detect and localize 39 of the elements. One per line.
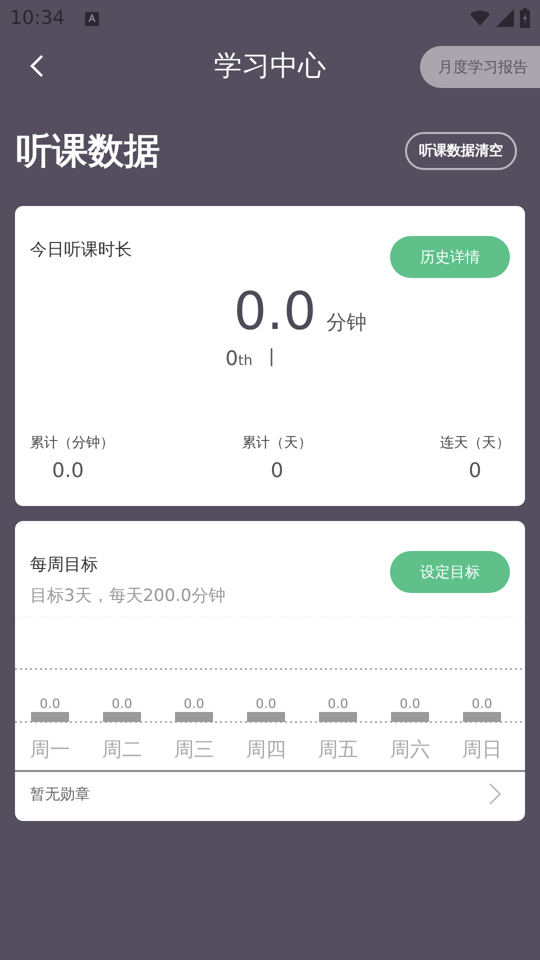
day-value: 0.0 bbox=[328, 697, 348, 712]
duration-unit: 分钟 bbox=[326, 309, 366, 336]
history-button[interactable]: 历史详情 bbox=[390, 236, 510, 278]
weekday-label: 周五 bbox=[318, 737, 358, 761]
weekday-label: 周四 bbox=[246, 737, 286, 761]
weekday-label: 周日 bbox=[462, 737, 502, 761]
page-title: 学习中心 bbox=[214, 48, 326, 84]
section-title: 听课数据 bbox=[16, 130, 160, 174]
card-title: 今日听课时长 bbox=[30, 239, 132, 261]
back-icon[interactable] bbox=[30, 54, 44, 78]
signal-icon bbox=[496, 9, 514, 27]
stat-label: 连天（天） bbox=[440, 434, 510, 452]
rank-divider: | bbox=[268, 346, 275, 369]
weekday-label: 周二 bbox=[102, 737, 142, 761]
rank-value: 0th bbox=[225, 346, 253, 370]
stat-label: 累计（分钟） bbox=[30, 434, 114, 452]
badges-text: 暂无勋章 bbox=[30, 784, 90, 804]
weekday-label: 周一 bbox=[30, 737, 70, 761]
wifi-icon bbox=[470, 10, 490, 26]
stat-label: 累计（天） bbox=[242, 434, 312, 452]
keyboard-icon bbox=[84, 12, 99, 26]
day-value: 0.0 bbox=[256, 697, 276, 712]
day-value: 0.0 bbox=[184, 697, 204, 712]
day-value: 0.0 bbox=[40, 697, 60, 712]
battery-icon bbox=[520, 8, 530, 28]
weekday-label: 周六 bbox=[390, 737, 430, 761]
stat-value: 0.0 bbox=[51, 458, 84, 482]
clear-data-button[interactable]: 听课数据清空 bbox=[405, 132, 517, 170]
day-value: 0.0 bbox=[112, 697, 132, 712]
goal-text: 目标3天，每天200.0分钟 bbox=[30, 585, 226, 607]
day-value: 0.0 bbox=[472, 697, 492, 712]
set-goal-button[interactable]: 设定目标 bbox=[390, 551, 510, 593]
card-title: 每周目标 bbox=[30, 554, 99, 576]
weekday-label: 周三 bbox=[174, 737, 214, 761]
stat-value: 0 bbox=[468, 458, 482, 482]
stat-value: 0 bbox=[270, 458, 284, 482]
monthly-report-button[interactable]: 月度学习报告 bbox=[420, 46, 540, 88]
duration-value: 0.0 bbox=[234, 282, 316, 342]
day-value: 0.0 bbox=[400, 697, 420, 712]
